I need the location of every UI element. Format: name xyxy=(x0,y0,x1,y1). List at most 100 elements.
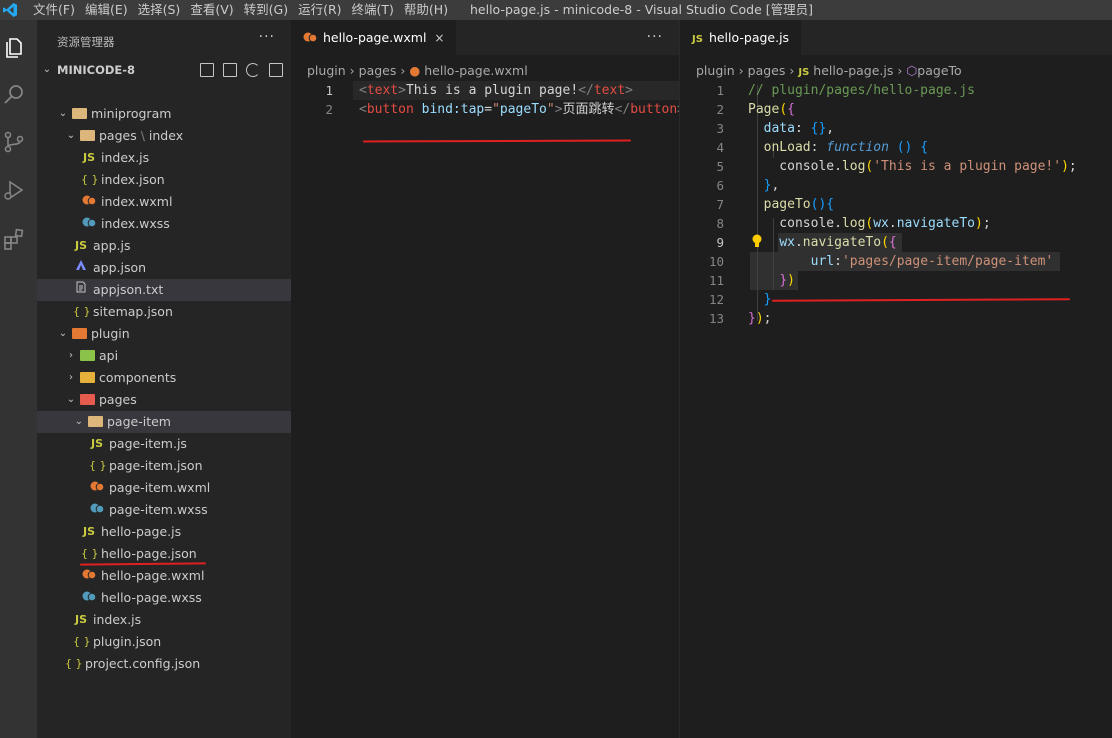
new-file-icon[interactable] xyxy=(200,63,214,77)
code-line[interactable]: Page({ xyxy=(748,100,795,119)
tree-item[interactable]: index.wxml xyxy=(37,191,291,213)
js-icon: JS xyxy=(74,613,87,626)
new-folder-icon[interactable] xyxy=(223,63,237,77)
folder-icon xyxy=(71,323,87,345)
tree-item[interactable]: { } page-item.json xyxy=(37,455,291,477)
tree-item[interactable]: index.wxss xyxy=(37,213,291,235)
breadcrumb-item[interactable]: pages xyxy=(748,63,786,78)
tree-item[interactable]: page-item.wxml xyxy=(37,477,291,499)
explorer-icon[interactable] xyxy=(2,36,26,60)
tree-item[interactable]: ⌄ pages \ index xyxy=(37,125,291,147)
tree-item[interactable]: { } index.json xyxy=(37,169,291,191)
tree-item[interactable]: { } hello-page.json xyxy=(37,543,291,565)
code-line[interactable]: // plugin/pages/hello-page.js xyxy=(748,81,975,100)
code-line[interactable]: }, xyxy=(748,176,780,195)
code-line[interactable]: onLoad: function () { xyxy=(748,138,928,157)
menu-view[interactable]: 查看(V) xyxy=(185,0,238,20)
tree-item[interactable]: JS hello-page.js xyxy=(37,521,291,543)
chevron-right-icon: › xyxy=(349,63,355,78)
tree-item[interactable]: JS index.js xyxy=(37,609,291,631)
tree-item-label: app.json xyxy=(93,260,147,275)
code-line[interactable]: } xyxy=(748,290,772,309)
code-line[interactable]: <button bind:tap="pageTo">页面跳转</button> xyxy=(359,100,679,119)
workspace-root-label: MINICODE-8 xyxy=(57,63,136,77)
editor-more-button[interactable]: ··· xyxy=(647,29,663,45)
menu-file[interactable]: 文件(F) xyxy=(28,0,80,20)
folder-icon xyxy=(79,125,95,147)
line-number: 3 xyxy=(716,121,724,136)
tree-item-label: index.json xyxy=(101,172,165,187)
tab-label: hello-page.js xyxy=(708,30,790,45)
tree-item[interactable]: appjson.txt xyxy=(37,279,291,301)
menu-edit[interactable]: 编辑(E) xyxy=(80,0,133,20)
menu-help[interactable]: 帮助(H) xyxy=(399,0,453,20)
menu-go[interactable]: 转到(G) xyxy=(239,0,293,20)
code-line[interactable]: }); xyxy=(748,309,771,328)
tree-item-label: index.wxss xyxy=(101,216,170,231)
code-line[interactable]: data: {}, xyxy=(748,119,834,138)
tree-item-label: page-item xyxy=(107,414,171,429)
tree-item[interactable]: › api xyxy=(37,345,291,367)
tree-item[interactable]: ⌄ page-item xyxy=(37,411,291,433)
menu-run[interactable]: 运行(R) xyxy=(293,0,346,20)
tree-item[interactable]: { } project.config.json xyxy=(37,653,291,675)
wxml-icon: ● xyxy=(409,63,421,78)
tree-item[interactable]: JS page-item.js xyxy=(37,433,291,455)
wxss-icon xyxy=(81,213,97,235)
tree-item[interactable]: ⌄ plugin xyxy=(37,323,291,345)
js-icon: JS xyxy=(82,525,95,538)
wxml-icon xyxy=(89,477,105,499)
code-line[interactable]: pageTo(){ xyxy=(748,195,834,214)
chevron-icon: ⌄ xyxy=(66,130,76,141)
app-json-icon xyxy=(73,257,89,279)
close-icon[interactable]: × xyxy=(434,31,444,45)
tree-item[interactable]: ⌄ miniprogram xyxy=(37,103,291,125)
extensions-icon[interactable] xyxy=(2,228,26,252)
code-line[interactable]: console.log(wx.navigateTo); xyxy=(748,214,990,233)
collapse-all-icon[interactable] xyxy=(269,63,283,77)
tree-item[interactable]: JS app.js xyxy=(37,235,291,257)
code-line[interactable]: wx.navigateTo({ xyxy=(748,233,896,252)
breadcrumb-item[interactable]: hello-page.wxml xyxy=(424,63,527,78)
menu-bar: 文件(F) 编辑(E) 选择(S) 查看(V) 转到(G) 运行(R) 终端(T… xyxy=(28,0,453,20)
js-icon: JS xyxy=(798,67,810,78)
chevron-icon: › xyxy=(69,372,73,383)
breadcrumb-item[interactable]: plugin xyxy=(307,63,346,78)
tree-item[interactable]: hello-page.wxss xyxy=(37,587,291,609)
refresh-icon[interactable] xyxy=(246,63,260,77)
chevron-icon: › xyxy=(69,350,73,361)
tree-item[interactable]: page-item.wxss xyxy=(37,499,291,521)
tree-item[interactable]: app.json xyxy=(37,257,291,279)
line-number: 6 xyxy=(716,178,724,193)
breadcrumb-item[interactable]: pageTo xyxy=(917,63,961,78)
code-line[interactable]: }) xyxy=(748,271,795,290)
tree-item[interactable]: › components xyxy=(37,367,291,389)
js-icon: JS xyxy=(82,151,95,164)
code-line[interactable]: <text>This is a plugin page!</text> xyxy=(359,81,633,100)
chevron-icon: ⌄ xyxy=(66,394,76,405)
tree-item[interactable]: { } plugin.json xyxy=(37,631,291,653)
annotation-underline xyxy=(771,298,1071,302)
run-debug-icon[interactable] xyxy=(2,178,26,202)
menu-terminal[interactable]: 终端(T) xyxy=(347,0,399,20)
tree-item[interactable]: JS index.js xyxy=(37,147,291,169)
code-line[interactable]: url:'pages/page-item/page-item' xyxy=(748,252,1054,271)
code-line[interactable]: console.log('This is a plugin page!'); xyxy=(748,157,1076,176)
tree-item[interactable]: ⌄ pages xyxy=(37,389,291,411)
tree-item[interactable]: hello-page.wxml xyxy=(37,565,291,587)
wxml-icon xyxy=(81,565,97,587)
line-number: 11 xyxy=(708,273,724,288)
breadcrumb-item[interactable]: pages xyxy=(359,63,397,78)
tab-hello-page-js[interactable]: JS hello-page.js xyxy=(680,20,802,55)
tab-hello-page-wxml[interactable]: hello-page.wxml × xyxy=(291,20,457,55)
search-icon[interactable] xyxy=(2,83,26,107)
explorer-more-button[interactable]: ··· xyxy=(259,29,275,45)
tree-item-label: project.config.json xyxy=(85,656,201,671)
source-control-icon[interactable] xyxy=(2,130,26,154)
chevron-icon: ⌄ xyxy=(58,108,68,119)
menu-selection[interactable]: 选择(S) xyxy=(133,0,186,20)
breadcrumb-item[interactable]: plugin xyxy=(696,63,735,78)
tree-item[interactable]: { } sitemap.json xyxy=(37,301,291,323)
tree-item-label: page-item.wxss xyxy=(109,502,208,517)
breadcrumb-item[interactable]: hello-page.js xyxy=(813,63,893,78)
